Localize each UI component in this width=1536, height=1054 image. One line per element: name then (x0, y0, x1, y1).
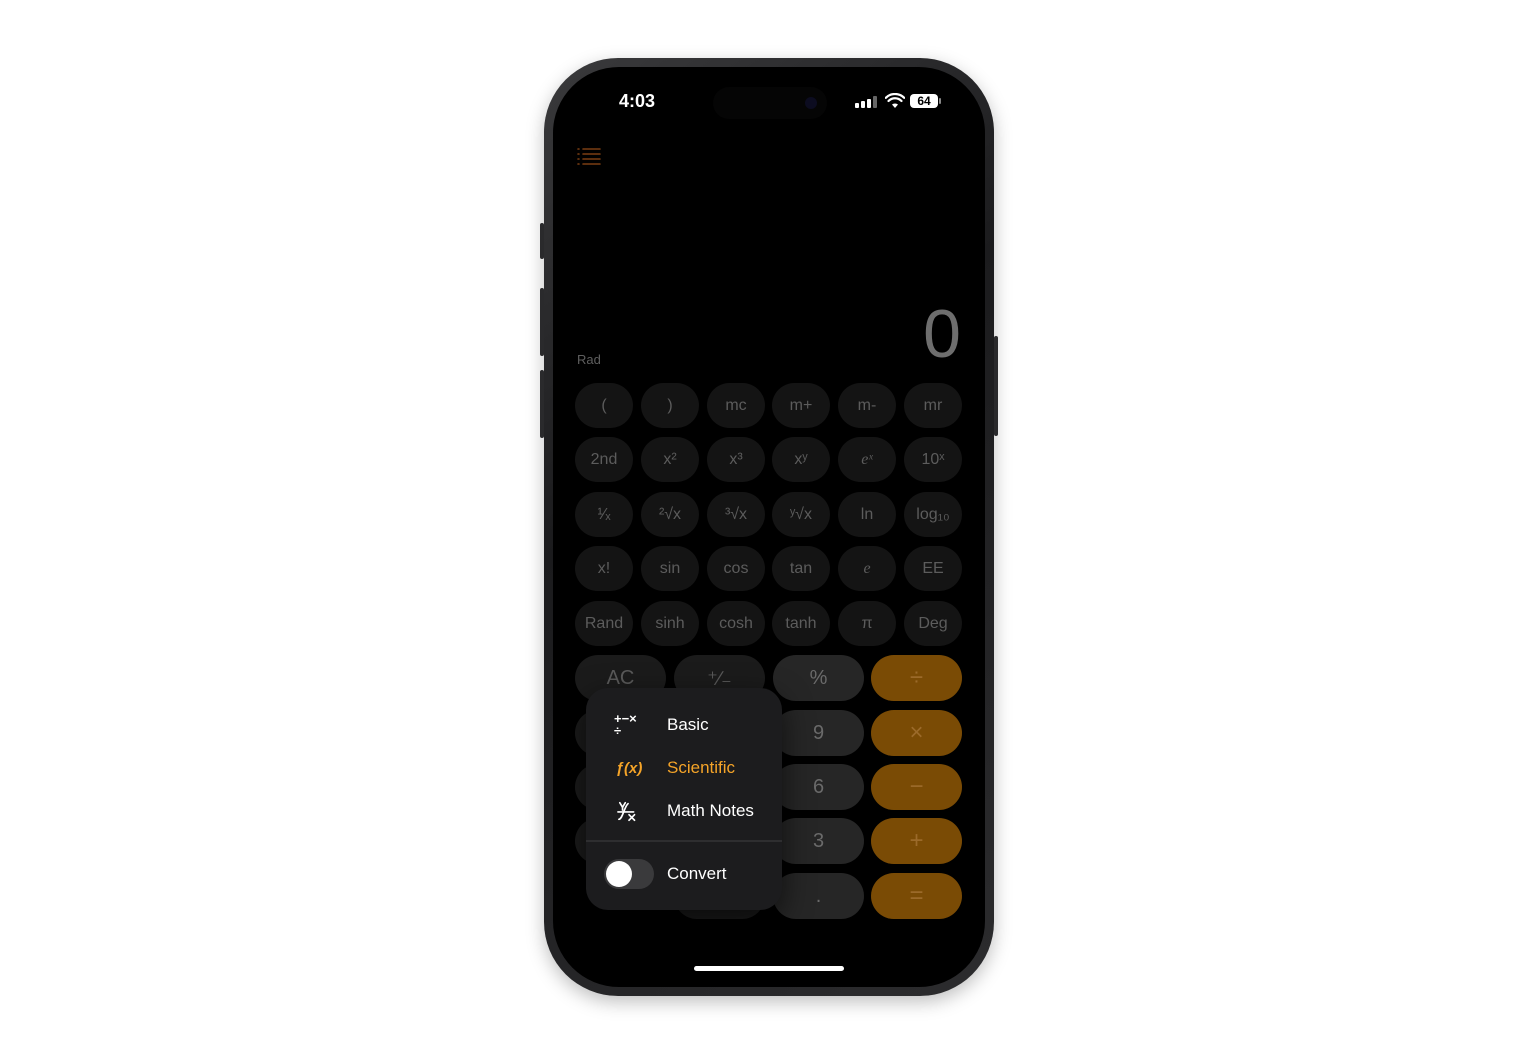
status-time: 4:03 (619, 91, 656, 111)
ln-key[interactable]: ln (838, 492, 896, 537)
log10-key[interactable]: log₁₀ (904, 492, 962, 537)
square-key[interactable]: x² (641, 437, 699, 482)
power-button (994, 336, 998, 436)
three-key[interactable]: 3 (773, 818, 864, 864)
toggle-knob (606, 861, 632, 887)
menu-item-label: Basic (667, 715, 709, 734)
basic-operators-icon: +−×÷ (614, 711, 637, 738)
convert-label: Convert (667, 864, 727, 883)
memory-add-key[interactable]: m+ (772, 383, 830, 428)
decimal-key[interactable]: . (773, 873, 864, 919)
nth-root-key[interactable]: ʸ√x (772, 492, 830, 537)
list-menu-icon[interactable] (577, 147, 601, 165)
action-button (540, 223, 544, 259)
tan-key[interactable]: tan (772, 546, 830, 591)
menu-item-basic[interactable]: +−×÷ Basic (586, 706, 782, 744)
mode-menu: +−×÷ Basic ƒ(x) Scientific Math Notes Co… (586, 688, 782, 910)
six-key[interactable]: 6 (773, 764, 864, 810)
battery-tip (939, 98, 941, 104)
plus-key[interactable]: + (871, 818, 962, 864)
menu-item-math-notes[interactable]: Math Notes (586, 792, 782, 830)
open-paren-key[interactable]: ( (575, 383, 633, 428)
cos-key[interactable]: cos (707, 546, 765, 591)
convert-toggle[interactable] (604, 859, 654, 889)
cube-key[interactable]: x³ (707, 437, 765, 482)
signal-icon (855, 96, 879, 108)
menu-item-label: Math Notes (667, 801, 754, 820)
percent-key[interactable]: % (773, 655, 864, 701)
menu-item-label: Scientific (667, 758, 736, 777)
minus-key[interactable]: − (871, 764, 962, 810)
battery-icon: 64 (910, 94, 938, 108)
factorial-key[interactable]: x! (575, 546, 633, 591)
pi-key[interactable]: π (838, 601, 896, 646)
divide-key[interactable]: ÷ (871, 655, 962, 701)
equals-key[interactable]: = (871, 873, 962, 919)
cube-root-key[interactable]: ³√x (707, 492, 765, 537)
ee-key[interactable]: EE (904, 546, 962, 591)
camera-dot (805, 97, 817, 109)
math-notes-icon (617, 801, 636, 822)
nine-key[interactable]: 9 (773, 710, 864, 756)
memory-subtract-key[interactable]: m- (838, 383, 896, 428)
menu-item-scientific[interactable]: ƒ(x) Scientific (586, 749, 782, 787)
rand-key[interactable]: Rand (575, 601, 633, 646)
menu-divider (586, 840, 782, 842)
multiply-key[interactable]: × (871, 710, 962, 756)
exp-key[interactable]: eˣ (838, 437, 896, 482)
home-indicator[interactable] (694, 966, 844, 971)
sinh-key[interactable]: sinh (641, 601, 699, 646)
phone-screen: 4:03 64 Rad 0 ( ) mc m+ m- mr 2nd x² x³ … (553, 67, 985, 987)
power-key[interactable]: xʸ (772, 437, 830, 482)
volume-down-button (540, 370, 544, 438)
deg-key[interactable]: Deg (904, 601, 962, 646)
cosh-key[interactable]: cosh (707, 601, 765, 646)
angle-mode-label: Rad (577, 352, 601, 367)
wifi-icon (885, 93, 905, 108)
result-display: 0 (923, 296, 961, 372)
tanh-key[interactable]: tanh (772, 601, 830, 646)
close-paren-key[interactable]: ) (641, 383, 699, 428)
ten-power-key[interactable]: 10ˣ (904, 437, 962, 482)
second-function-key[interactable]: 2nd (575, 437, 633, 482)
function-icon: ƒ(x) (615, 759, 643, 777)
memory-recall-key[interactable]: mr (904, 383, 962, 428)
memory-clear-key[interactable]: mc (707, 383, 765, 428)
euler-key[interactable]: e (838, 546, 896, 591)
volume-up-button (540, 288, 544, 356)
reciprocal-key[interactable]: ¹⁄ₓ (575, 492, 633, 537)
sin-key[interactable]: sin (641, 546, 699, 591)
square-root-key[interactable]: ²√x (641, 492, 699, 537)
